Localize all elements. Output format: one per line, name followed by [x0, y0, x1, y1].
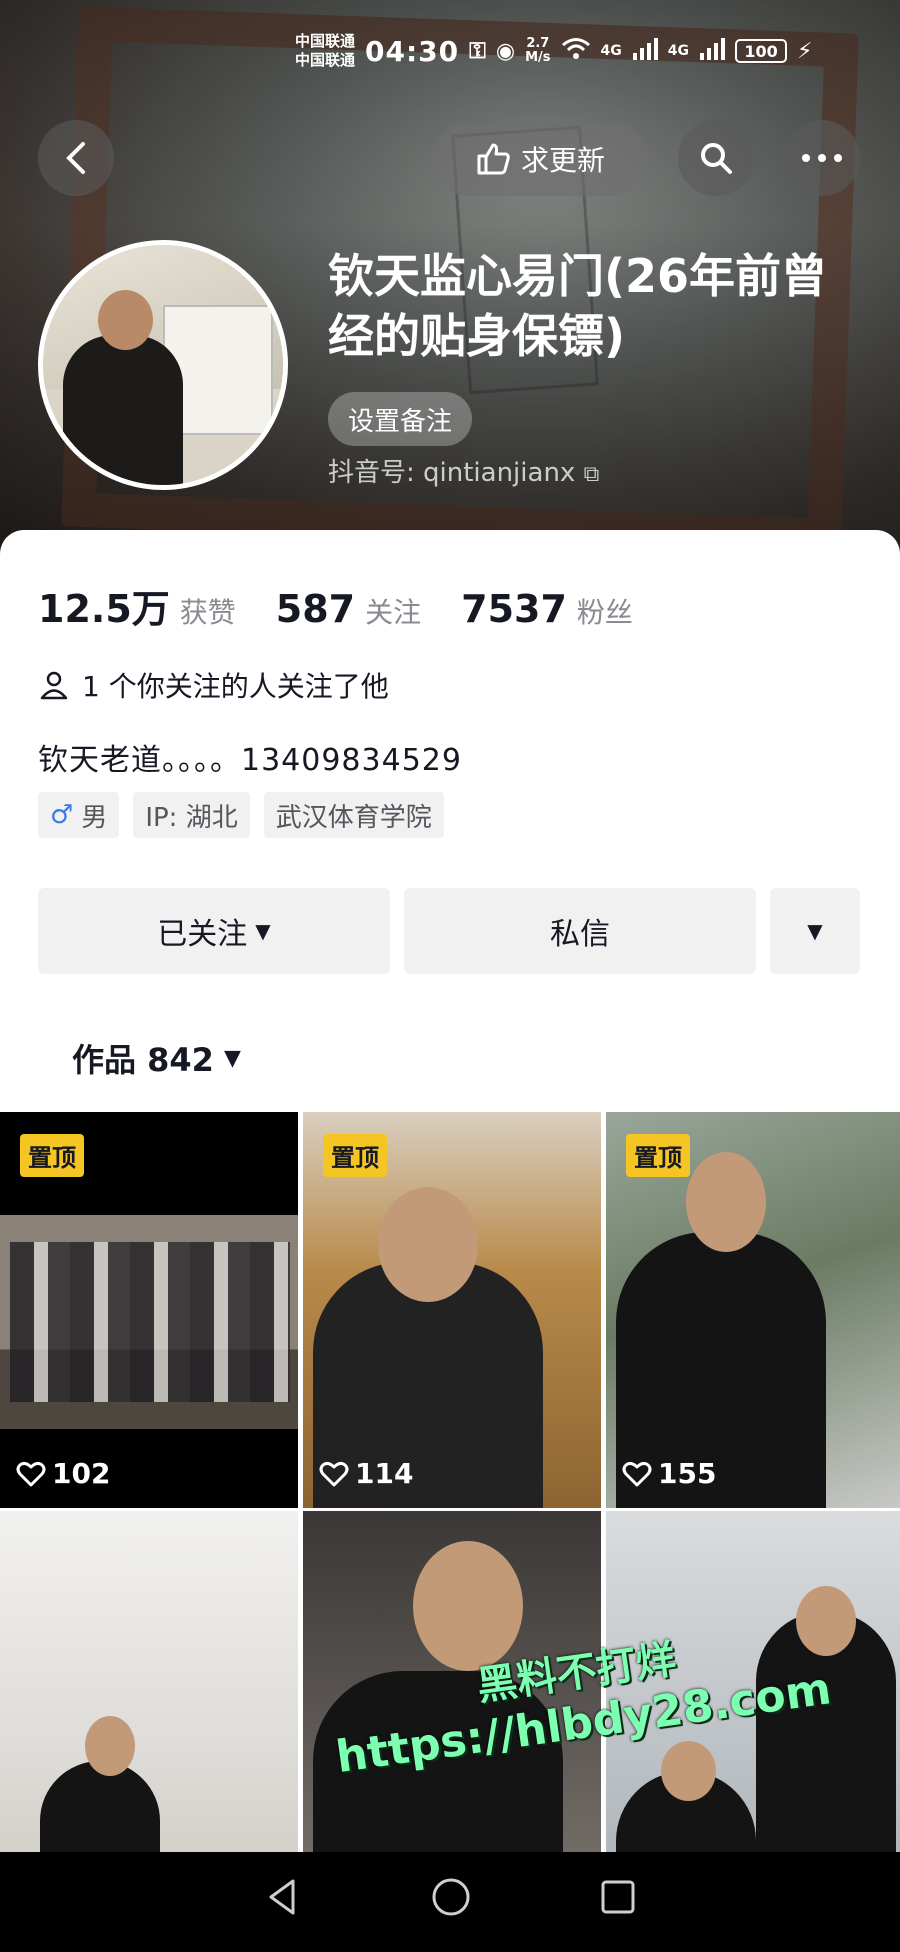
nav-back-icon[interactable]	[263, 1877, 303, 1927]
followed-button[interactable]: 已关注 ▼	[38, 888, 390, 974]
system-nav-bar	[0, 1852, 900, 1952]
like-count: 155	[622, 1457, 716, 1490]
network-speed: 2.7 M/s	[525, 36, 551, 65]
more-options-button[interactable]: ▼	[770, 888, 860, 974]
request-update-label: 求更新	[520, 144, 605, 177]
pinned-badge: 置顶	[323, 1134, 387, 1177]
thumb-icon	[477, 143, 510, 175]
gender-tag: ♂ 男	[38, 792, 120, 838]
carrier-label: 中国联通	[295, 51, 356, 69]
nav-recents-icon[interactable]	[599, 1878, 637, 1926]
avatar[interactable]	[38, 240, 288, 490]
heart-icon	[16, 1461, 46, 1486]
video-tile[interactable]: 置顶 114	[303, 1112, 601, 1508]
like-count: 114	[319, 1457, 413, 1490]
caret-down-icon: ▼	[255, 919, 271, 943]
pinned-badge: 置顶	[626, 1134, 690, 1177]
battery-icon: 100	[735, 39, 788, 63]
male-icon: ♂	[50, 800, 74, 830]
carrier-label: 中国联通	[295, 32, 356, 50]
stats-row: 12.5万 获赞 587 关注 7537 粉丝	[38, 578, 633, 633]
more-button[interactable]	[784, 120, 860, 196]
stat-following[interactable]: 587 关注	[276, 587, 421, 631]
signal-4g-icon: 4G	[667, 43, 690, 59]
request-update-button[interactable]: 求更新	[432, 122, 648, 196]
signal-bars-icon	[699, 37, 726, 65]
search-button[interactable]	[678, 120, 754, 196]
set-remark-button[interactable]: 设置备注	[328, 392, 473, 446]
ip-tag: IP: 湖北	[133, 792, 250, 838]
like-count: 102	[16, 1457, 110, 1490]
mutual-follow[interactable]: 1 个你关注的人关注了他	[38, 665, 389, 705]
eye-icon: ◉	[495, 38, 516, 64]
video-tile[interactable]: 置顶 102	[0, 1112, 298, 1508]
chevron-left-icon	[66, 142, 85, 174]
caret-down-icon: ▼	[223, 1045, 241, 1071]
video-tile[interactable]	[0, 1511, 298, 1907]
person-icon	[40, 671, 68, 700]
signal-4g-icon: 4G	[600, 43, 622, 59]
tab-works[interactable]: 作品 842 ▼	[72, 1035, 241, 1081]
video-tile[interactable]: 置顶 155	[606, 1112, 900, 1508]
back-button[interactable]	[38, 120, 114, 196]
wifi-icon	[561, 36, 591, 66]
douyin-id[interactable]: 抖音号: qintianjianx ⧉	[328, 452, 599, 489]
profile-tags: ♂ 男 IP: 湖北 武汉体育学院	[38, 792, 444, 838]
caret-down-icon: ▼	[807, 919, 823, 943]
profile-header: 中国联通 中国联通 04:30 ⚿ ◉ 2.7 M/s 4G 4G 100 ⚡ …	[0, 0, 900, 560]
more-dots-icon	[802, 154, 842, 162]
charging-icon: ⚡	[797, 38, 813, 64]
school-tag[interactable]: 武汉体育学院	[263, 792, 444, 838]
signal-bars-icon	[632, 37, 658, 65]
search-icon	[701, 143, 732, 174]
clock: 04:30	[365, 34, 460, 68]
pinned-badge: 置顶	[20, 1134, 84, 1177]
heart-icon	[622, 1461, 652, 1486]
message-button[interactable]: 私信	[404, 888, 756, 974]
video-grid: 置顶 102 置顶 114 置顶 155	[0, 1112, 900, 1907]
bio: 钦天老道。。。。13409834529	[38, 743, 462, 778]
status-bar: 中国联通 中国联通 04:30 ⚿ ◉ 2.7 M/s 4G 4G 100 ⚡	[295, 32, 812, 70]
nav-home-icon[interactable]	[430, 1876, 472, 1928]
profile-name: 钦天监心易门(26年前曾经的贴身保镖)	[328, 249, 828, 363]
heart-icon	[319, 1461, 349, 1486]
copy-icon: ⧉	[583, 462, 600, 487]
stat-followers[interactable]: 7537 粉丝	[461, 587, 633, 631]
stat-likes[interactable]: 12.5万 获赞	[38, 578, 236, 633]
action-buttons: 已关注 ▼ 私信 ▼	[38, 888, 860, 974]
key-icon: ⚿	[469, 38, 486, 64]
